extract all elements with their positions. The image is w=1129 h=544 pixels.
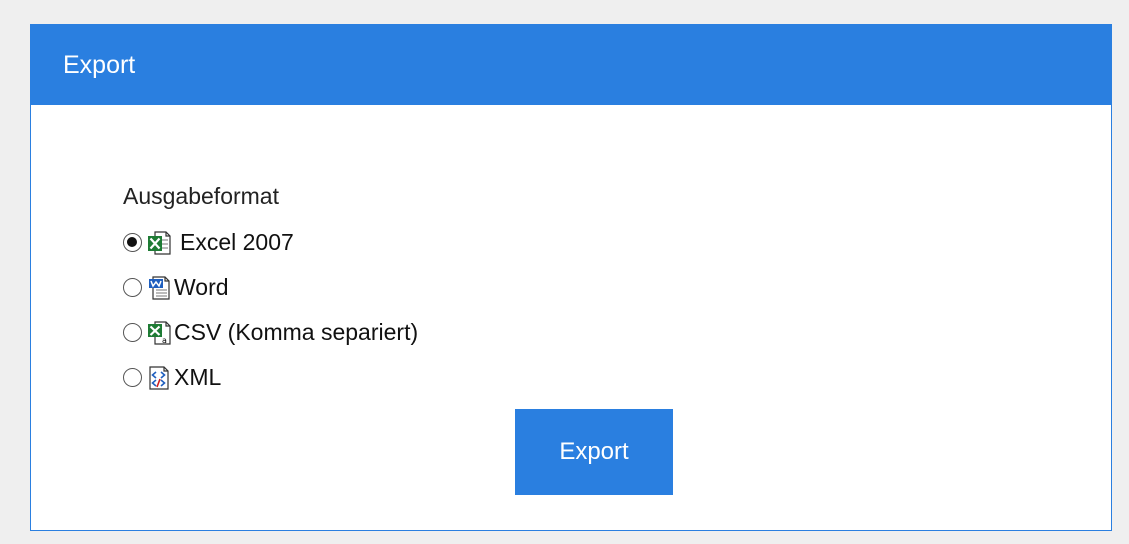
format-option-word[interactable]: Word [123, 265, 418, 310]
radio-excel[interactable] [123, 233, 142, 252]
output-format-group: Ausgabeformat Excel 2007 Word a CSV (Kom… [123, 183, 418, 400]
output-format-label: Ausgabeformat [123, 183, 279, 209]
export-button[interactable]: Export [515, 409, 673, 495]
xml-file-icon [149, 365, 169, 390]
export-panel: Export Ausgabeformat Excel 2007 Word a C… [30, 24, 1112, 531]
format-label-word: Word [174, 274, 229, 300]
format-option-xml[interactable]: XML [123, 355, 418, 400]
format-option-excel[interactable]: Excel 2007 [123, 220, 418, 265]
radio-word[interactable] [123, 278, 142, 297]
word-file-icon [149, 275, 170, 300]
format-label-csv: CSV (Komma separiert) [174, 319, 419, 345]
radio-xml[interactable] [123, 368, 142, 387]
format-label-excel: Excel 2007 [180, 229, 294, 255]
csv-file-icon: a [148, 320, 171, 345]
svg-text:a: a [162, 336, 167, 345]
format-label-xml: XML [174, 364, 222, 390]
format-option-csv[interactable]: a CSV (Komma separiert) [123, 310, 418, 355]
excel-file-icon [148, 230, 171, 255]
radio-csv[interactable] [123, 323, 142, 342]
panel-title: Export [31, 25, 1111, 105]
